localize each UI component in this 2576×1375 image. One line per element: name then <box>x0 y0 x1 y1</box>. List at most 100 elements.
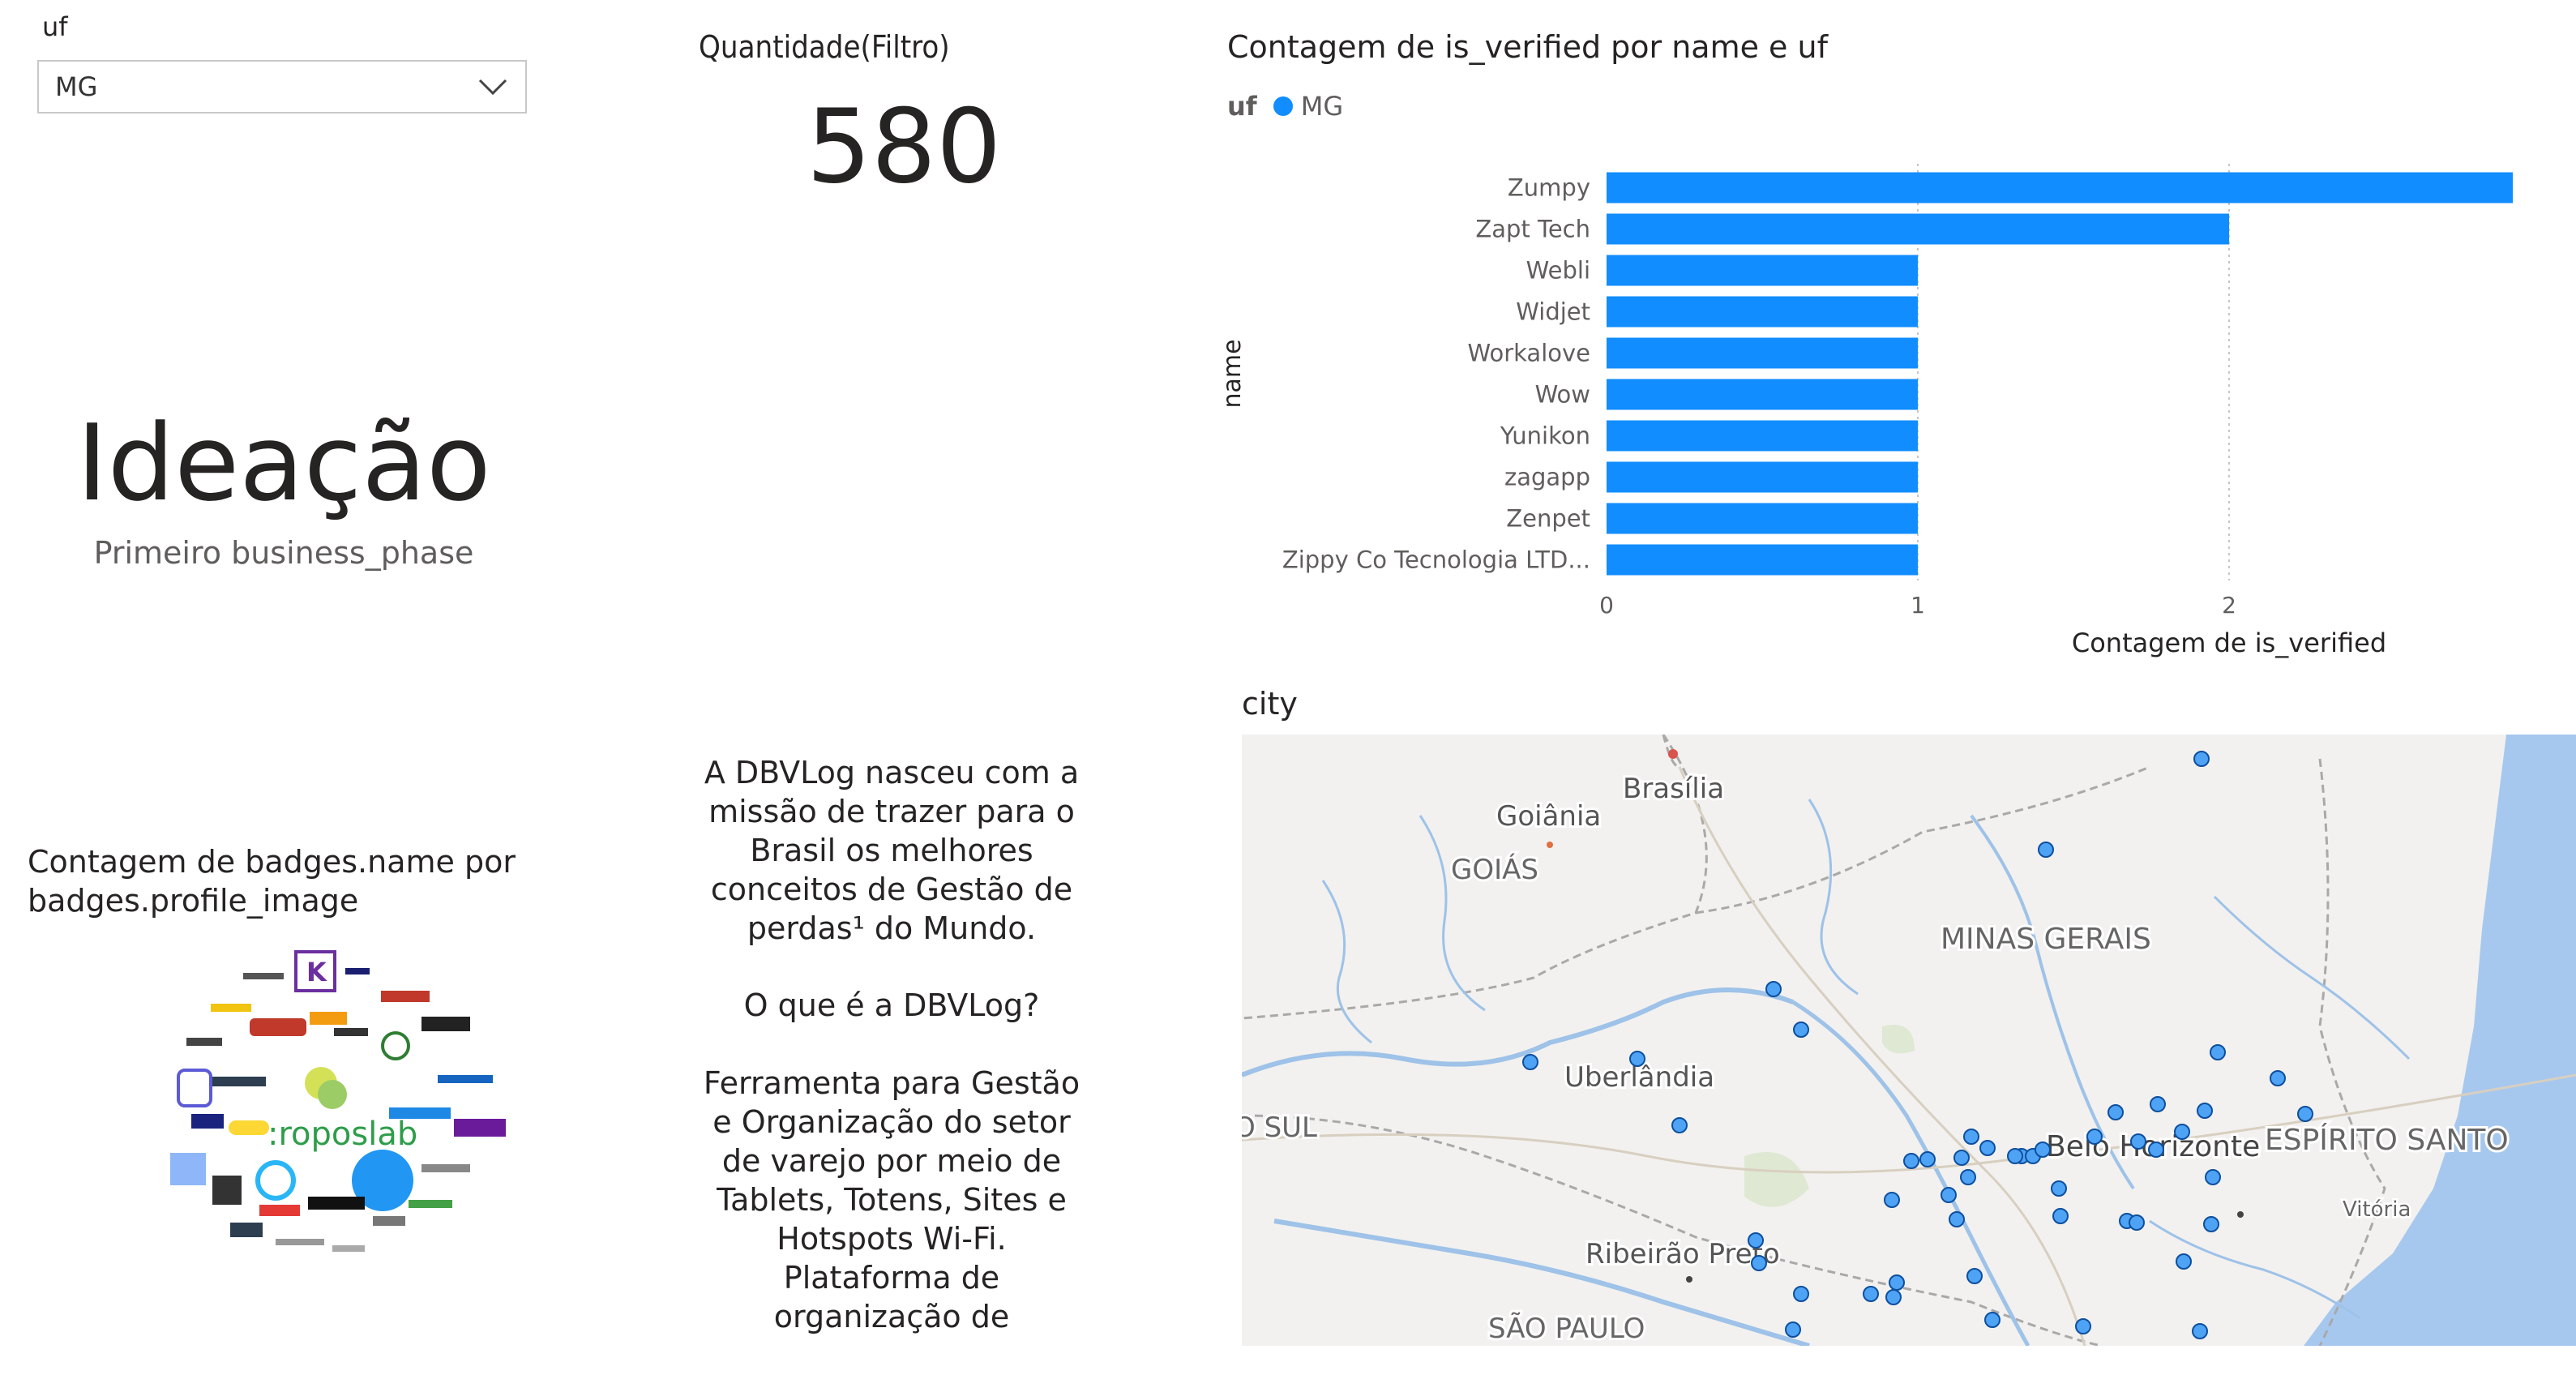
city-point[interactable] <box>1884 1192 1900 1208</box>
city-point[interactable] <box>1785 1321 1801 1338</box>
city-map[interactable]: Brasília Goiânia GOIÁS MINAS GERAIS Uber… <box>1242 735 2576 1346</box>
city-point[interactable] <box>2038 842 2054 858</box>
city-point[interactable] <box>1963 1129 1979 1145</box>
logo-conecta <box>212 1077 266 1086</box>
city-point[interactable] <box>2130 1133 2146 1150</box>
map-title: city <box>1242 686 1298 722</box>
city-point[interactable] <box>2197 1103 2213 1119</box>
logo-gerdau <box>454 1119 506 1137</box>
map-label: Vitória <box>2343 1197 2411 1222</box>
badges-title: Contagem de badges.name por badges.profi… <box>28 844 516 919</box>
city-point[interactable] <box>2086 1129 2103 1145</box>
logo-go <box>381 1031 410 1060</box>
logo-visa <box>345 968 370 974</box>
city-point[interactable] <box>2129 1214 2145 1231</box>
city-point[interactable] <box>2174 1124 2190 1140</box>
slicer-label: uf <box>42 11 68 42</box>
map-label: O SUL <box>1242 1112 1317 1144</box>
city-point[interactable] <box>1765 981 1782 997</box>
city-point[interactable] <box>1941 1187 1957 1203</box>
city-point[interactable] <box>1863 1286 1879 1302</box>
city-point[interactable] <box>2035 1142 2051 1158</box>
city-point[interactable] <box>2203 1216 2219 1232</box>
category-label: Workalove <box>1468 340 1591 367</box>
city-point[interactable] <box>1671 1117 1688 1133</box>
city-point[interactable] <box>2193 751 2210 767</box>
city-point[interactable] <box>1984 1312 2000 1328</box>
city-point[interactable] <box>1979 1140 1996 1156</box>
category-label: Widjet <box>1516 298 1590 326</box>
city-point[interactable] <box>1953 1150 1970 1166</box>
bar <box>1607 544 1918 576</box>
map-label: Goiânia <box>1496 800 1601 833</box>
city-point[interactable] <box>2205 1169 2221 1185</box>
logo-darwin <box>243 973 284 979</box>
logo-small <box>332 1245 365 1252</box>
legend-entry: MG <box>1300 91 1344 122</box>
logo-small <box>421 1164 470 1172</box>
chart-legend[interactable]: uf MG <box>1227 91 1343 122</box>
city-point[interactable] <box>1793 1022 1809 1038</box>
city-point[interactable] <box>1889 1274 1905 1291</box>
capital-marker <box>1668 749 1678 759</box>
bar <box>1607 337 1918 369</box>
logo-bmg <box>310 1012 347 1025</box>
text-paragraph: O que é a DBVLog? <box>743 987 1040 1024</box>
city-point[interactable] <box>1949 1211 1965 1227</box>
city-point[interactable] <box>1748 1232 1764 1249</box>
category-label: Zumpy <box>1508 174 1590 202</box>
city-point[interactable] <box>1885 1289 1902 1305</box>
uf-dropdown[interactable]: MG <box>37 60 527 114</box>
badge-logo-cloud[interactable]: K :roposlab <box>162 940 519 1265</box>
legend-title: uf <box>1227 91 1257 122</box>
bar <box>1607 172 2513 203</box>
city-point[interactable] <box>2150 1096 2166 1112</box>
city-point[interactable] <box>2148 1142 2164 1158</box>
bar-chart-title: Contagem de is_verified por name e uf <box>1227 29 1828 65</box>
kpi-value: 580 <box>806 87 1002 206</box>
logo-small <box>409 1200 452 1208</box>
logo-liga <box>381 991 430 1002</box>
logo-wow <box>186 1038 222 1046</box>
bar-chart[interactable]: 01234ZumpyZapt TechWebliWidjetWorkaloveW… <box>1216 146 2513 665</box>
city-point[interactable] <box>2052 1208 2069 1224</box>
city-point[interactable] <box>1919 1151 1936 1167</box>
text-paragraph: Ferramenta para Gestão e Organização do … <box>703 1065 1080 1334</box>
category-label: Zippy Co Tecnologia LTD... <box>1282 546 1590 574</box>
city-point[interactable] <box>2210 1044 2226 1060</box>
city-point[interactable] <box>2176 1253 2192 1270</box>
logo-baita <box>230 1223 263 1237</box>
logo-seed <box>255 1160 296 1201</box>
city-point[interactable] <box>2107 1104 2124 1120</box>
city-point[interactable] <box>1751 1255 1767 1271</box>
city-point[interactable] <box>2051 1180 2067 1197</box>
city-point[interactable] <box>2192 1323 2208 1339</box>
city-point[interactable] <box>1960 1169 1976 1185</box>
card-value: Ideação <box>76 401 491 525</box>
city-point[interactable] <box>2007 1148 2023 1164</box>
city-point[interactable] <box>2075 1318 2091 1334</box>
city-point[interactable] <box>1966 1268 1983 1284</box>
dropdown-value: MG <box>55 71 98 102</box>
city-point[interactable] <box>1903 1153 1919 1169</box>
category-label: Wow <box>1535 381 1590 409</box>
description-textbox: A DBVLog nasceu com a missão de trazer p… <box>697 754 1086 1375</box>
city-point[interactable] <box>1629 1051 1645 1067</box>
city-point[interactable] <box>2270 1070 2286 1086</box>
logo-small <box>276 1239 324 1245</box>
chevron-down-icon <box>478 79 507 96</box>
category-label: zagapp <box>1504 464 1590 491</box>
bar <box>1607 296 1918 328</box>
city-point[interactable] <box>2297 1106 2313 1122</box>
city-point[interactable] <box>1522 1054 1538 1070</box>
bar <box>1607 420 1918 452</box>
logo-k-letter: K <box>306 957 327 987</box>
x-tick-label: 0 <box>1599 592 1614 619</box>
bar <box>1607 461 1918 493</box>
logo-small <box>373 1216 405 1226</box>
category-label: Webli <box>1526 257 1590 285</box>
city-marker <box>2237 1211 2244 1218</box>
map-label: ESPÍRITO SANTO <box>2265 1123 2509 1157</box>
logo-fondo <box>211 1004 251 1012</box>
city-point[interactable] <box>1793 1286 1809 1302</box>
